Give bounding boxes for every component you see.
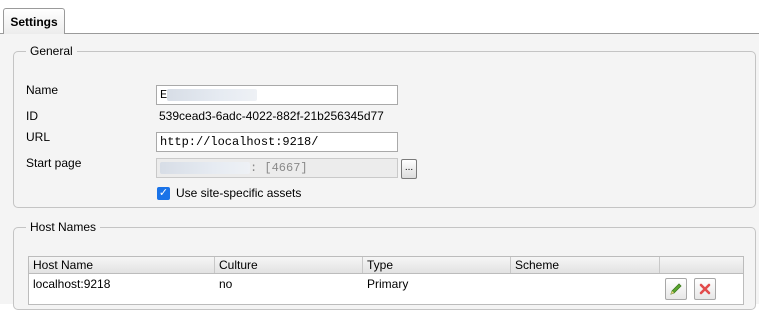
column-header-host-name[interactable]: Host Name bbox=[29, 257, 215, 273]
column-header-actions bbox=[660, 257, 745, 273]
id-label: ID bbox=[26, 109, 38, 123]
cell-type: Primary bbox=[367, 277, 409, 291]
redacted-text bbox=[160, 161, 250, 174]
use-assets-label: Use site-specific assets bbox=[176, 186, 302, 200]
general-fieldset: General Name E ID 539cead3-6adc-4022-882… bbox=[13, 44, 756, 208]
host-names-grid: Host Name Culture Type Scheme localhost:… bbox=[28, 256, 744, 305]
table-row[interactable]: localhost:9218 no Primary bbox=[29, 274, 743, 304]
host-names-legend: Host Names bbox=[30, 220, 97, 234]
settings-panel: General Name E ID 539cead3-6adc-4022-882… bbox=[0, 34, 759, 310]
pencil-icon bbox=[670, 283, 682, 295]
browse-button[interactable]: ... bbox=[401, 159, 417, 179]
delete-button[interactable] bbox=[694, 278, 716, 300]
redacted-text bbox=[167, 88, 258, 101]
cell-host-name: localhost:9218 bbox=[33, 277, 111, 291]
cell-culture: no bbox=[219, 277, 233, 291]
column-header-type[interactable]: Type bbox=[363, 257, 511, 273]
general-legend: General bbox=[30, 44, 73, 58]
column-header-culture[interactable]: Culture bbox=[215, 257, 363, 273]
id-value: 539cead3-6adc-4022-882f-21b256345d77 bbox=[159, 109, 384, 123]
cell-scheme bbox=[511, 274, 660, 304]
edit-button[interactable] bbox=[665, 278, 687, 300]
start-page-label: Start page bbox=[26, 156, 82, 170]
checkmark-icon: ✓ bbox=[158, 187, 169, 199]
tab-settings[interactable]: Settings bbox=[3, 8, 65, 35]
use-assets-checkbox[interactable]: ✓ bbox=[157, 187, 170, 200]
start-page-value: : [4667] bbox=[250, 161, 308, 175]
url-input[interactable]: http://localhost:9218/ bbox=[156, 132, 398, 152]
grid-header: Host Name Culture Type Scheme bbox=[29, 257, 743, 274]
tab-bar: Settings bbox=[0, 0, 759, 35]
host-names-fieldset: Host Names Host Name Culture Type Scheme… bbox=[13, 220, 756, 310]
start-page-input: : [4667] bbox=[156, 158, 398, 178]
delete-x-icon bbox=[699, 283, 711, 295]
name-value: E bbox=[160, 88, 168, 102]
url-label: URL bbox=[26, 130, 51, 144]
name-input[interactable]: E bbox=[156, 85, 398, 105]
column-header-scheme[interactable]: Scheme bbox=[511, 257, 660, 273]
name-label: Name bbox=[26, 83, 59, 97]
